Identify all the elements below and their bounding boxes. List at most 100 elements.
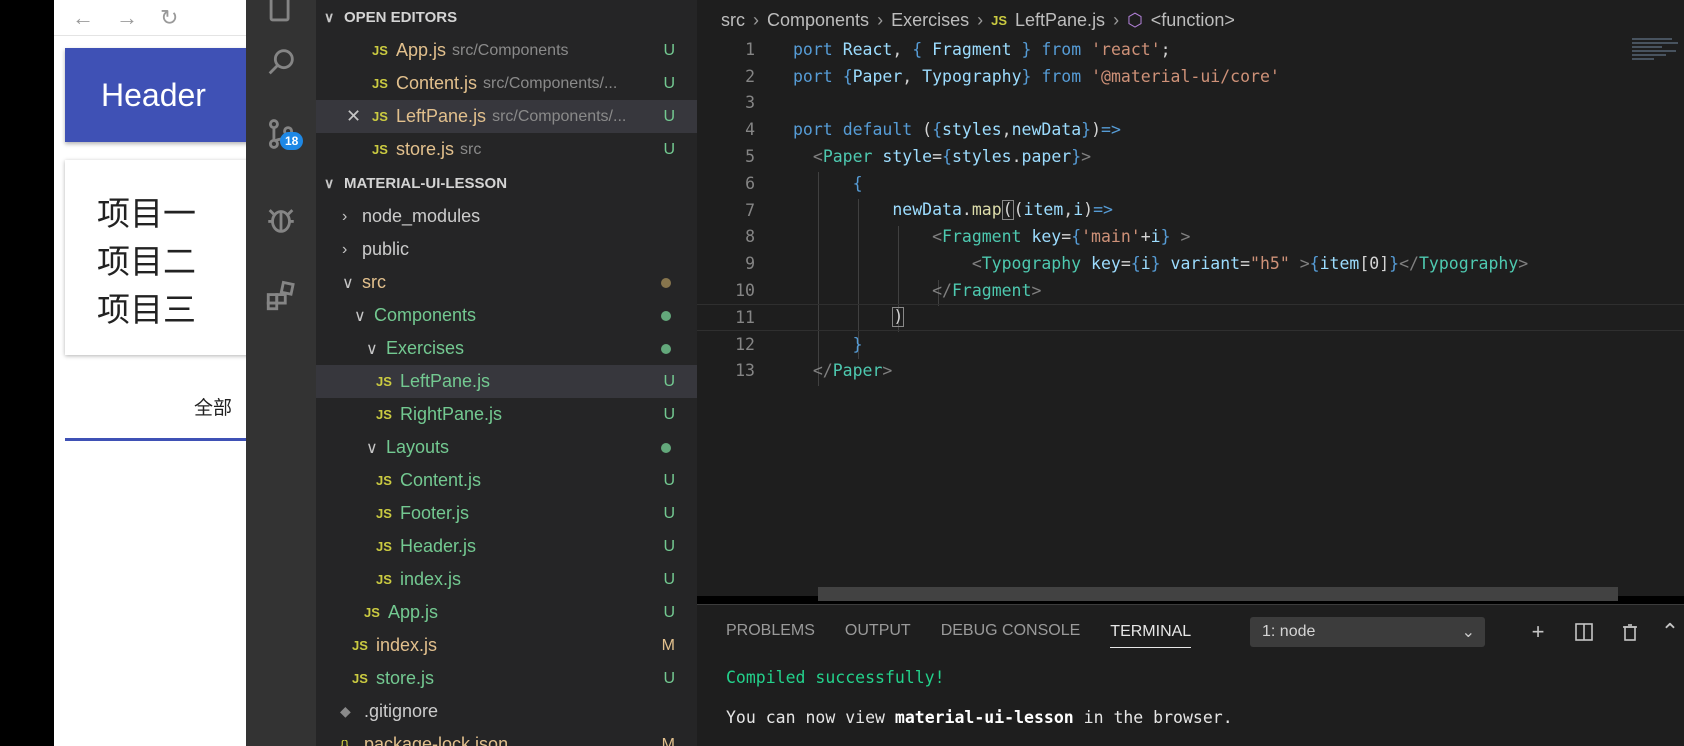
js-file-icon: JS (372, 43, 388, 58)
tab-output[interactable]: OUTPUT (845, 622, 911, 640)
trash-icon[interactable] (1615, 617, 1645, 647)
tree-folder-layouts[interactable]: ∨ Layouts (316, 431, 697, 464)
chevron-right-icon: › (1113, 9, 1120, 30)
tree-file-header[interactable]: JS Header.js U (316, 530, 697, 563)
code-line: 9 <Typography key={i} variant="h5" >{ite… (745, 254, 1529, 274)
list-item[interactable]: 项目三 (97, 286, 246, 334)
js-file-icon: JS (376, 407, 392, 422)
terminal-select[interactable]: 1: node ⌄ (1250, 617, 1485, 647)
chevron-down-icon: ∨ (324, 174, 335, 191)
horizontal-scrollbar[interactable] (818, 587, 1618, 601)
terminal-output[interactable]: Compiled successfully! You can now view … (697, 657, 1684, 737)
breadcrumb-item[interactable]: Components (767, 10, 869, 31)
breadcrumb-item[interactable]: <function> (1151, 10, 1235, 31)
code-line: 12 } (735, 334, 863, 354)
breadcrumb-item[interactable]: Exercises (891, 10, 969, 31)
bottom-panel: PROBLEMS OUTPUT DEBUG CONSOLE TERMINAL 1… (697, 604, 1684, 746)
breadcrumb-item[interactable]: src (721, 10, 745, 31)
tree-folder-components[interactable]: ∨ Components (316, 299, 697, 332)
chevron-right-icon: › (753, 9, 759, 30)
extensions-icon[interactable] (246, 272, 316, 320)
function-symbol-icon: ⬡ (1127, 9, 1143, 30)
js-file-icon: JS (364, 605, 380, 620)
tree-file-content[interactable]: JS Content.js U (316, 464, 697, 497)
tab-problems[interactable]: PROBLEMS (726, 622, 815, 640)
tree-file-app[interactable]: JS App.js U (316, 596, 697, 629)
untracked-dot (661, 442, 671, 453)
code-area[interactable]: 1 port React, { Fragment } from 'react'; … (697, 36, 1684, 386)
chevron-up-icon[interactable]: ⌃ (1655, 617, 1684, 647)
chevron-down-icon: ∨ (324, 8, 335, 25)
open-editors-header[interactable]: ∨ OPEN EDITORS (316, 0, 697, 34)
open-editor-item-active[interactable]: ✕ JS LeftPane.js src/Components/... U (316, 100, 697, 133)
tree-file-leftpane[interactable]: JS LeftPane.js U (316, 365, 697, 398)
tree-file-gitignore[interactable]: ◆ .gitignore (316, 695, 697, 728)
back-arrow-icon[interactable]: ← (72, 5, 94, 31)
project-header[interactable]: ∨ MATERIAL-UI-LESSON (316, 166, 697, 200)
split-terminal-icon[interactable] (1569, 617, 1599, 647)
items-paper: 项目一 项目二 项目三 (65, 160, 246, 355)
explorer-icon[interactable] (246, 0, 316, 34)
untracked-dot (661, 343, 671, 354)
app-header: Header (65, 48, 246, 142)
search-icon[interactable] (246, 38, 316, 86)
code-line: 4 port default ({styles,newData})=> (745, 120, 1121, 140)
git-file-icon: ◆ (340, 703, 351, 719)
activity-bar: 18 (246, 0, 316, 746)
breadcrumb-item[interactable]: LeftPane.js (1015, 10, 1105, 31)
tree-file-footer[interactable]: JS Footer.js U (316, 497, 697, 530)
list-item[interactable]: 项目一 (97, 190, 246, 238)
tab-terminal[interactable]: TERMINAL (1110, 623, 1192, 648)
app-header-title: Header (101, 76, 206, 113)
tree-folder-src[interactable]: ∨ src (316, 266, 697, 299)
code-line: 1 port React, { Fragment } from 'react'; (745, 39, 1171, 59)
json-file-icon: {} (340, 736, 350, 746)
tree-file-package-lock[interactable]: {} package-lock.json M (316, 728, 697, 746)
code-line: 5 <Paper style={styles.paper}> (745, 147, 1092, 167)
code-line: 10 </Fragment> (735, 281, 1042, 301)
source-control-icon[interactable]: 18 (246, 110, 316, 158)
tab-all[interactable]: 全部 (194, 393, 232, 420)
browser-window: ← → ↻ Header 项目一 项目二 项目三 全部 (54, 0, 246, 746)
forward-arrow-icon[interactable]: → (116, 5, 138, 31)
close-icon[interactable]: ✕ (346, 106, 361, 127)
chevron-right-icon: › (877, 9, 884, 30)
code-line: 2 port {Paper, Typography} from '@materia… (745, 66, 1280, 86)
tree-file-rightpane[interactable]: JS RightPane.js U (316, 398, 697, 431)
tree-file-layouts-index[interactable]: JS index.js U (316, 563, 697, 596)
tree-file-store[interactable]: JS store.js U (316, 662, 697, 695)
browser-nav: ← → ↻ (54, 0, 246, 36)
tree-folder-public[interactable]: › public (316, 233, 697, 266)
code-editor[interactable]: src › Components › Exercises › JS LeftPa… (697, 0, 1684, 601)
code-line: 8 <Fragment key={'main'+i} > (745, 227, 1191, 247)
list-item[interactable]: 项目二 (97, 238, 246, 286)
js-file-icon: JS (376, 539, 392, 554)
chevron-right-icon: › (977, 9, 984, 30)
debug-icon[interactable] (246, 196, 316, 244)
tree-folder-exercises[interactable]: ∨ Exercises (316, 332, 697, 365)
open-editor-item[interactable]: JS Content.js src/Components/... U (316, 67, 697, 100)
chevron-down-icon: ∨ (366, 439, 378, 457)
terminal-line: Compiled successfully! (726, 667, 945, 687)
js-file-icon: JS (376, 374, 392, 389)
code-line: 6 { (745, 173, 863, 193)
code-line: 3 (745, 93, 755, 113)
breadcrumb: src › Components › Exercises › JS LeftPa… (697, 0, 1684, 40)
code-line-current: 11 ) (697, 303, 1684, 331)
tree-folder-node-modules[interactable]: › node_modules (316, 200, 697, 233)
js-file-icon: JS (372, 109, 388, 124)
chevron-down-icon: ∨ (354, 307, 366, 325)
tab-debug-console[interactable]: DEBUG CONSOLE (941, 622, 1081, 640)
code-line: 13 </Paper> (735, 361, 893, 381)
js-file-icon: JS (991, 12, 1007, 28)
chevron-down-icon: ∨ (366, 340, 378, 358)
open-editor-item[interactable]: JS store.js src U (316, 133, 697, 166)
tree-file-src-index[interactable]: JS index.js M (316, 629, 697, 662)
js-file-icon: JS (372, 142, 388, 157)
scm-badge: 18 (280, 132, 304, 150)
reload-icon[interactable]: ↻ (160, 5, 178, 31)
explorer-sidebar: ∨ OPEN EDITORS JS App.js src/Components … (316, 0, 697, 746)
code-line: 7 newData.map((item,i)=> (745, 200, 1113, 221)
open-editor-item[interactable]: JS App.js src/Components U (316, 34, 697, 67)
new-terminal-icon[interactable]: + (1523, 617, 1553, 647)
